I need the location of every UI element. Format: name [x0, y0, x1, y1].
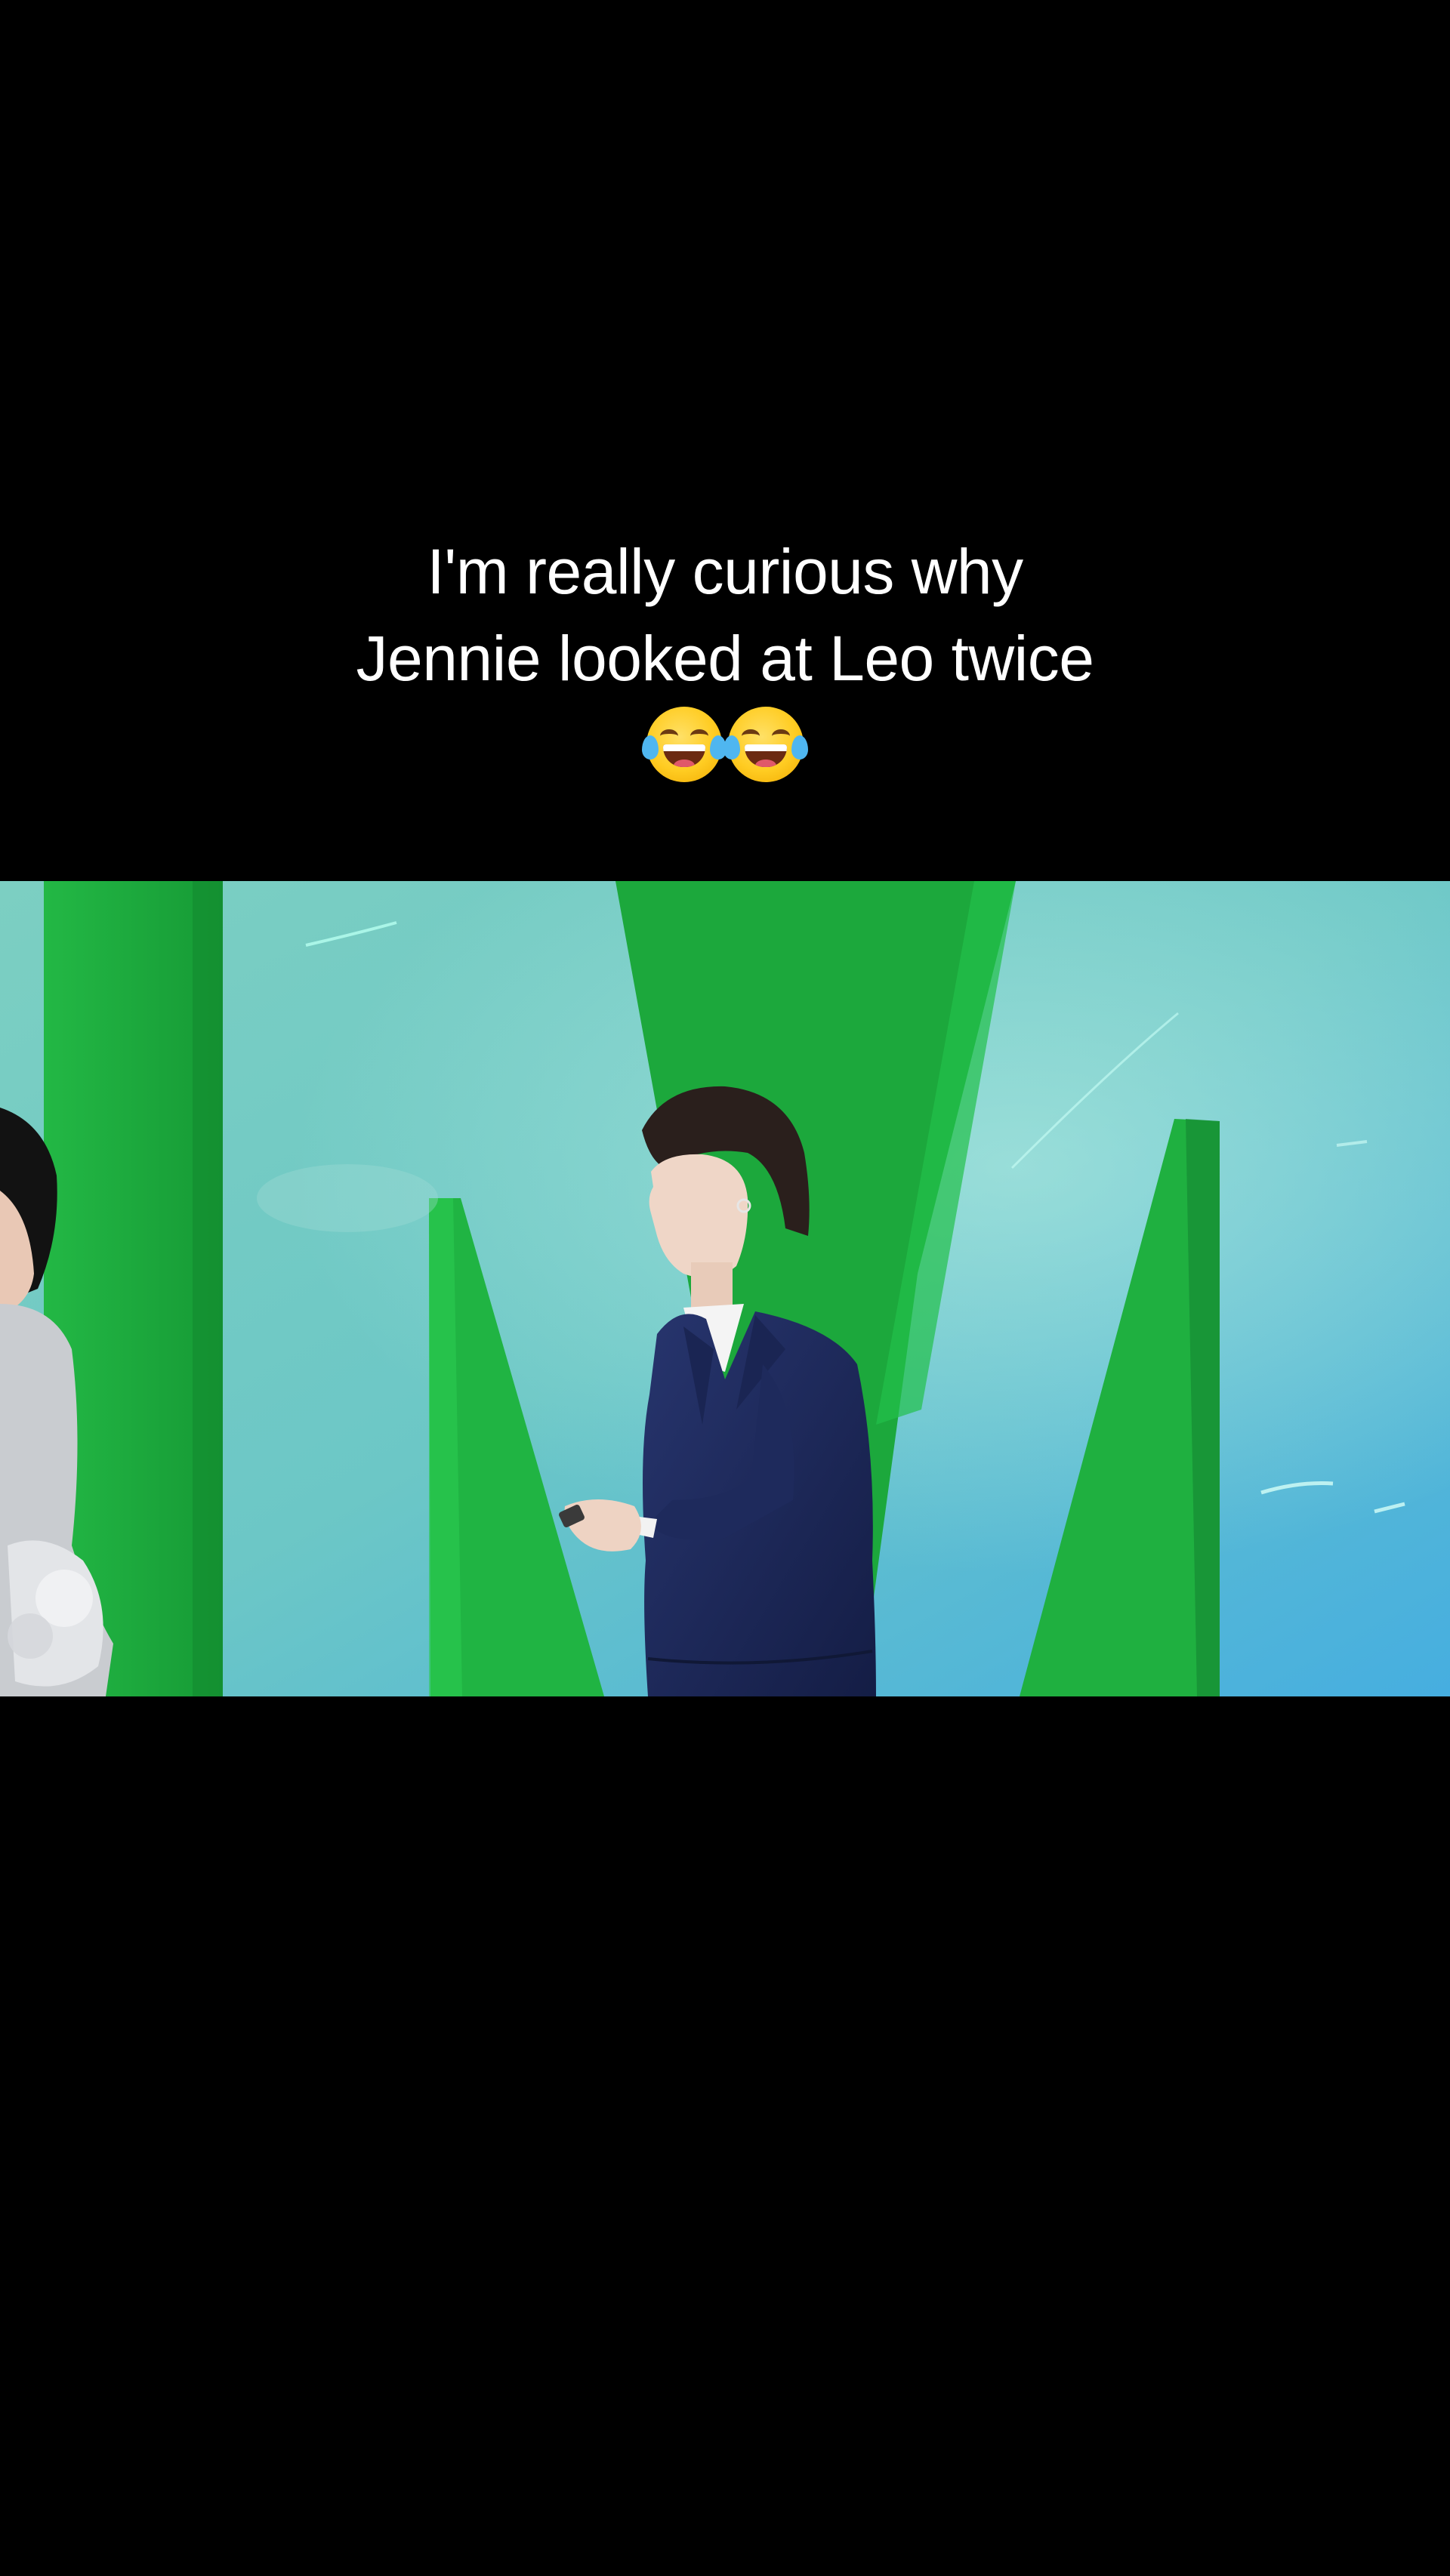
caption-emoji-row	[0, 707, 1450, 782]
caption-line-1: I'm really curious why	[427, 536, 1023, 607]
face-with-tears-of-joy-icon	[642, 707, 727, 782]
caption-line-2: Jennie looked at Leo twice	[356, 623, 1095, 694]
face-with-tears-of-joy-icon	[723, 707, 808, 782]
stage-scene	[0, 881, 1450, 1696]
video-frame	[0, 881, 1450, 1696]
video-caption: I'm really curious why Jennie looked at …	[0, 528, 1450, 782]
